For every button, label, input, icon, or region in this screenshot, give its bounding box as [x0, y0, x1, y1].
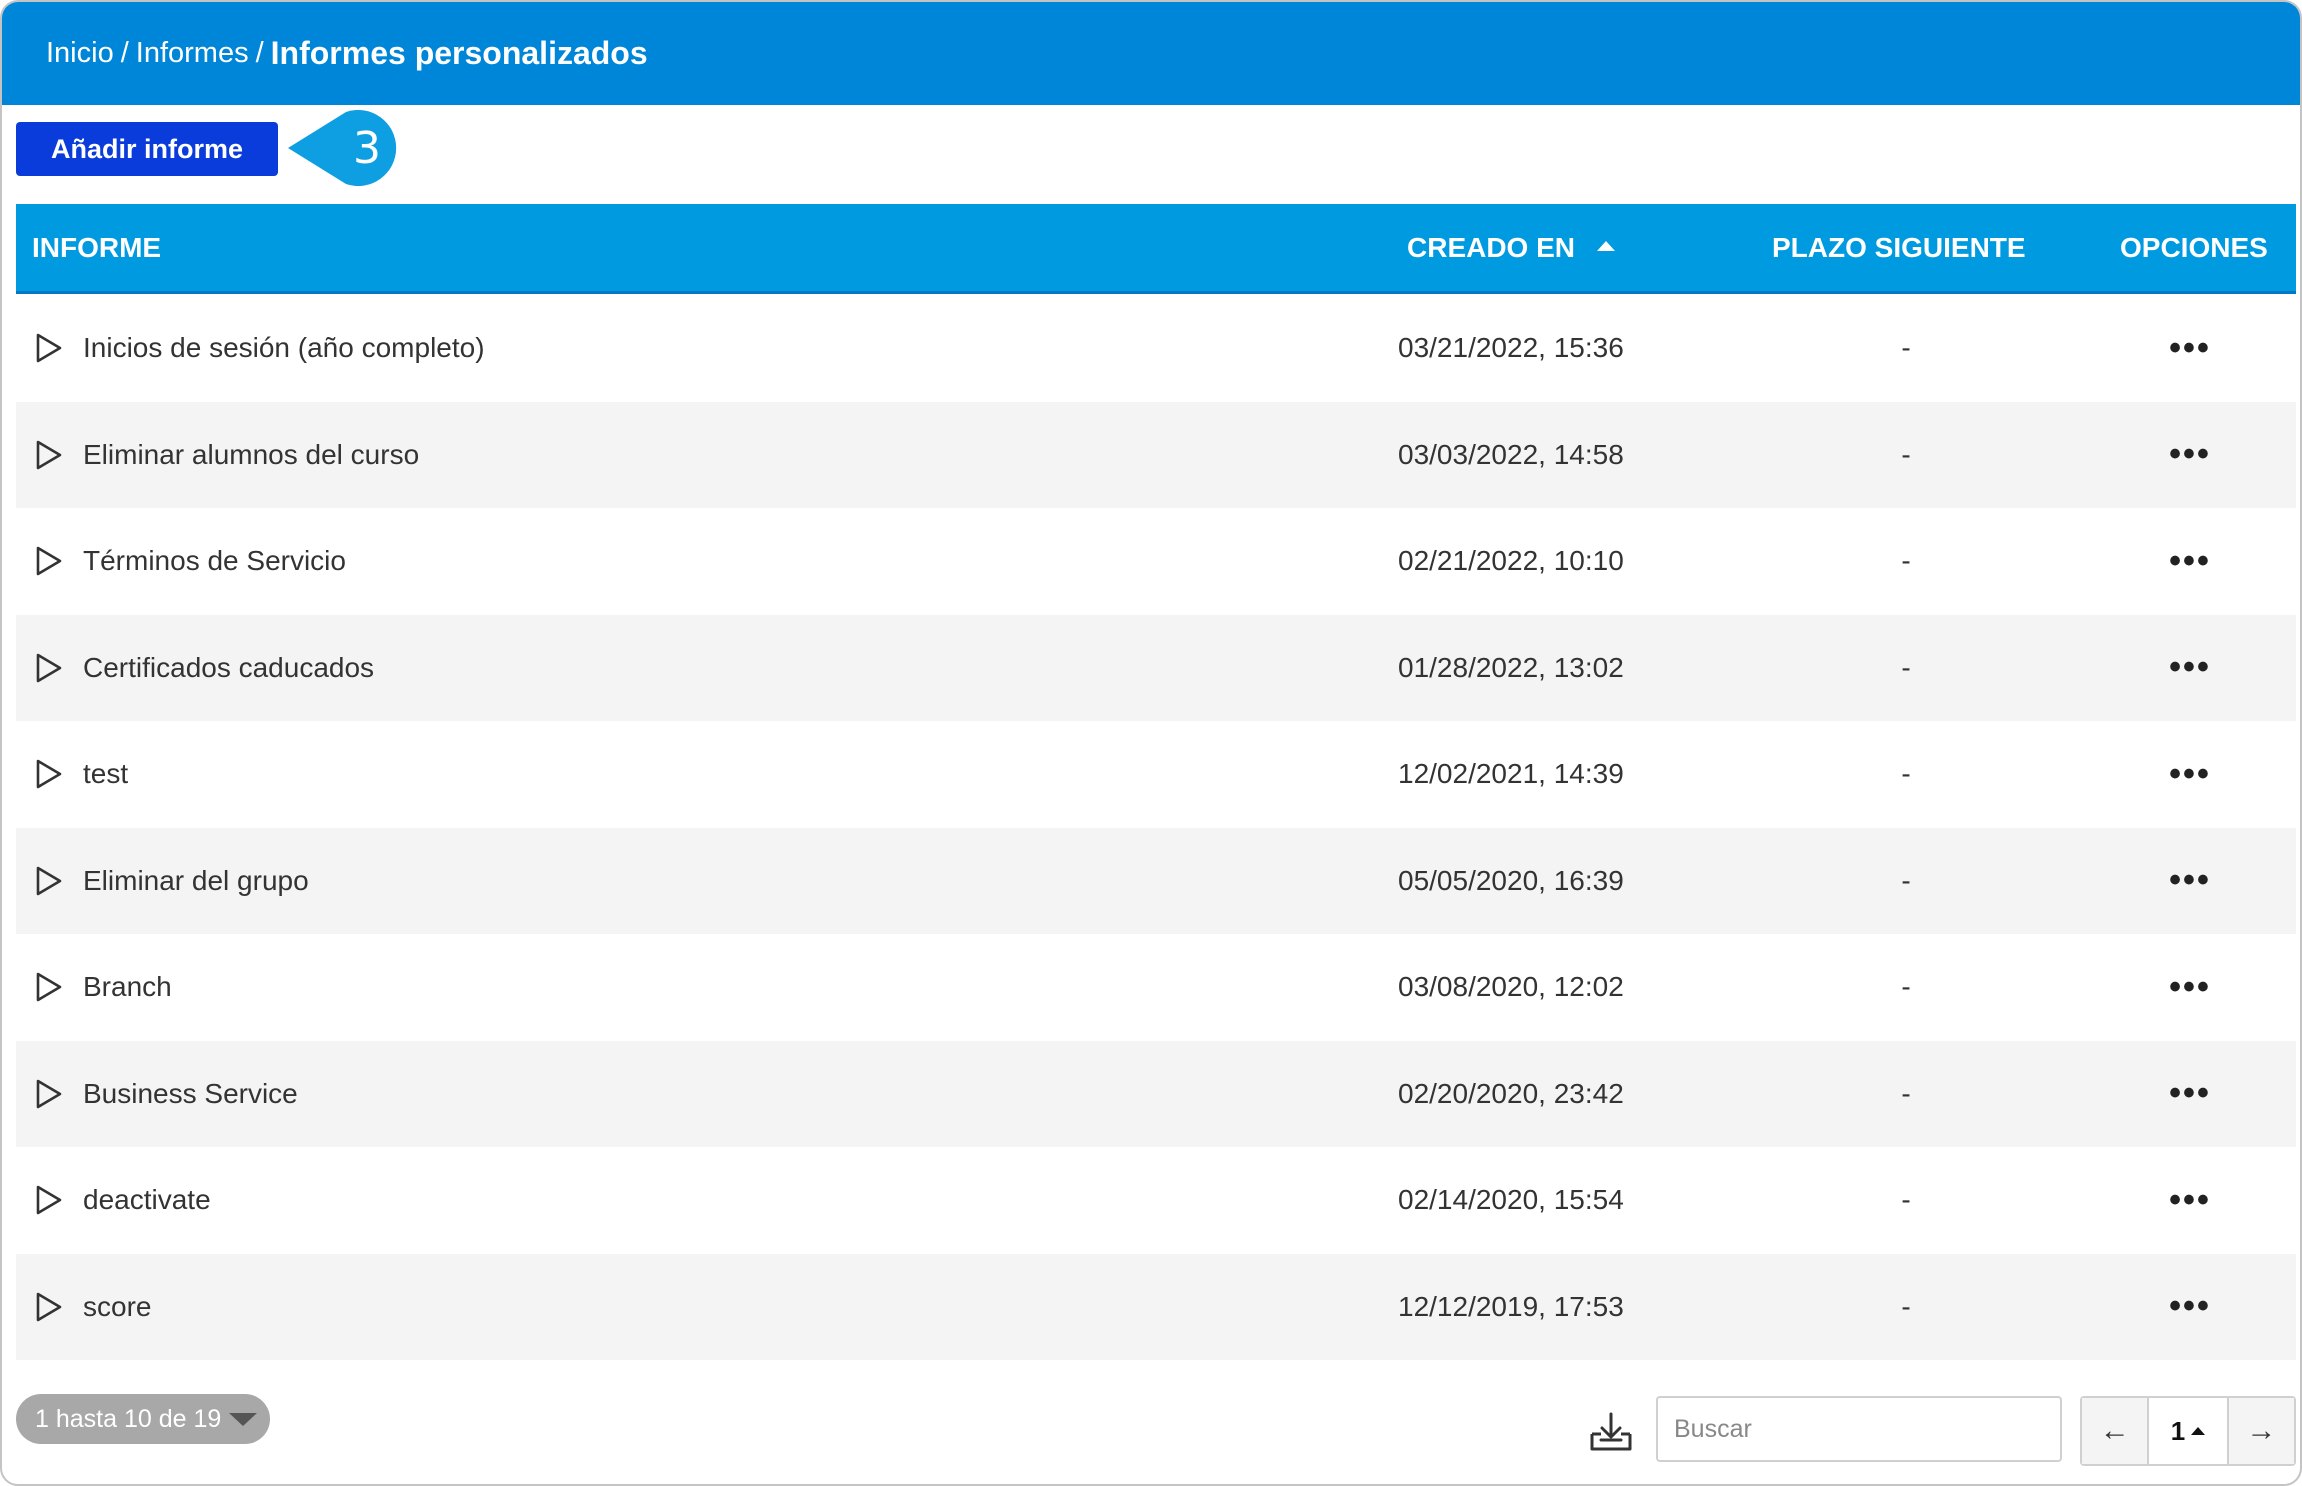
play-outline-icon[interactable] — [34, 1254, 68, 1361]
table-header: INFORME CREADO EN PLAZO SIGUIENTE OPCION… — [16, 204, 2296, 294]
more-horizontal-icon[interactable]: ••• — [2164, 721, 2216, 828]
more-horizontal-icon[interactable]: ••• — [2164, 1147, 2216, 1254]
created-date: 05/05/2020, 16:39 — [1398, 864, 1624, 896]
more-horizontal-icon[interactable]: ••• — [2164, 615, 2216, 722]
next-deadline: - — [1901, 651, 1911, 683]
more-horizontal-icon[interactable]: ••• — [2164, 1041, 2216, 1148]
breadcrumb: Inicio / Informes / Informes personaliza… — [2, 2, 2300, 105]
table-row[interactable]: Eliminar alumnos del curso 03/03/2022, 1… — [16, 401, 2296, 509]
sort-up-icon — [1597, 240, 1616, 251]
report-name[interactable]: Business Service — [83, 1041, 298, 1148]
table-row[interactable]: Certificados caducados 01/28/2022, 13:02… — [16, 614, 2296, 722]
table-row[interactable]: Branch 03/08/2020, 12:02 - ••• — [16, 934, 2296, 1041]
table-row[interactable]: score 12/12/2019, 17:53 - ••• — [16, 1253, 2296, 1361]
more-horizontal-icon[interactable]: ••• — [2164, 828, 2216, 935]
add-report-button[interactable]: Añadir informe — [16, 122, 278, 176]
pagination: ← 1 → — [2080, 1396, 2296, 1466]
table-row[interactable]: Eliminar del grupo 05/05/2020, 16:39 - •… — [16, 827, 2296, 935]
next-deadline: - — [1901, 971, 1911, 1003]
report-name[interactable]: score — [83, 1254, 151, 1361]
created-date: 03/08/2020, 12:02 — [1398, 971, 1624, 1003]
created-date: 12/02/2021, 14:39 — [1398, 758, 1624, 790]
report-name[interactable]: test — [83, 721, 128, 828]
table-row[interactable]: Inicios de sesión (año completo) 03/21/2… — [16, 295, 2296, 402]
play-outline-icon[interactable] — [34, 295, 68, 402]
play-outline-icon[interactable] — [34, 828, 68, 935]
next-deadline: - — [1901, 864, 1911, 896]
play-outline-icon[interactable] — [34, 1147, 68, 1254]
next-deadline: - — [1901, 332, 1911, 364]
table-row[interactable]: test 12/02/2021, 14:39 - ••• — [16, 721, 2296, 828]
play-outline-icon[interactable] — [34, 934, 68, 1041]
play-outline-icon[interactable] — [34, 508, 68, 615]
play-outline-icon[interactable] — [34, 721, 68, 828]
next-deadline: - — [1901, 1077, 1911, 1109]
more-horizontal-icon[interactable]: ••• — [2164, 295, 2216, 402]
arrow-right-icon[interactable]: → — [2226, 1398, 2294, 1464]
next-deadline: - — [1901, 1184, 1911, 1216]
column-header-informe[interactable]: INFORME — [32, 204, 161, 291]
caret-up-icon — [2191, 1427, 2206, 1435]
next-deadline: - — [1901, 758, 1911, 790]
report-name[interactable]: Eliminar alumnos del curso — [83, 402, 419, 509]
breadcrumb-reports[interactable]: Informes — [136, 37, 249, 70]
table-row[interactable]: Términos de Servicio 02/21/2022, 10:10 -… — [16, 508, 2296, 615]
arrow-left-icon[interactable]: ← — [2082, 1398, 2150, 1464]
report-name[interactable]: Eliminar del grupo — [83, 828, 309, 935]
column-header-label: CREADO EN — [1407, 231, 1576, 263]
play-outline-icon[interactable] — [34, 402, 68, 509]
breadcrumb-home[interactable]: Inicio — [46, 37, 114, 70]
more-horizontal-icon[interactable]: ••• — [2164, 1254, 2216, 1361]
report-name[interactable]: Branch — [83, 934, 172, 1041]
created-date: 12/12/2019, 17:53 — [1398, 1290, 1624, 1322]
download-tray-icon[interactable] — [1588, 1412, 1634, 1452]
app-frame: Inicio / Informes / Informes personaliza… — [0, 0, 2302, 1486]
breadcrumb-separator: / — [255, 37, 264, 69]
page-selector[interactable]: 1 — [2149, 1398, 2227, 1464]
report-name[interactable]: deactivate — [83, 1147, 211, 1254]
created-date: 03/03/2022, 14:58 — [1398, 438, 1624, 470]
table-body: Inicios de sesión (año completo) 03/21/2… — [16, 295, 2296, 1360]
created-date: 02/20/2020, 23:42 — [1398, 1077, 1624, 1109]
page-size-dropdown[interactable]: 1 hasta 10 de 19 — [16, 1394, 270, 1444]
results-count: 1 hasta 10 de 19 — [35, 1404, 222, 1433]
more-horizontal-icon[interactable]: ••• — [2164, 402, 2216, 509]
current-page: 1 — [2170, 1415, 2186, 1446]
created-date: 02/21/2022, 10:10 — [1398, 545, 1624, 577]
page-title: Informes personalizados — [270, 35, 648, 71]
next-deadline: - — [1901, 438, 1911, 470]
table-row[interactable]: deactivate 02/14/2020, 15:54 - ••• — [16, 1147, 2296, 1254]
breadcrumb-separator: / — [120, 37, 129, 69]
created-date: 03/21/2022, 15:36 — [1398, 332, 1624, 364]
created-date: 02/14/2020, 15:54 — [1398, 1184, 1624, 1216]
column-header-opciones: OPCIONES — [2120, 231, 2268, 263]
search-input[interactable] — [1656, 1396, 2062, 1462]
play-outline-icon[interactable] — [34, 615, 68, 722]
callout-number: 3 — [353, 122, 381, 174]
report-name[interactable]: Términos de Servicio — [83, 508, 346, 615]
table-row[interactable]: Business Service 02/20/2020, 23:42 - ••• — [16, 1040, 2296, 1148]
column-header-creado-en[interactable]: CREADO EN — [1407, 204, 1616, 291]
created-date: 01/28/2022, 13:02 — [1398, 651, 1624, 683]
more-horizontal-icon[interactable]: ••• — [2164, 934, 2216, 1041]
play-outline-icon[interactable] — [34, 1041, 68, 1148]
next-deadline: - — [1901, 545, 1911, 577]
report-name[interactable]: Certificados caducados — [83, 615, 374, 722]
column-header-plazo-siguiente[interactable]: PLAZO SIGUIENTE — [1772, 204, 2026, 291]
next-deadline: - — [1901, 1290, 1911, 1322]
caret-down-icon — [229, 1412, 258, 1426]
more-horizontal-icon[interactable]: ••• — [2164, 508, 2216, 615]
report-name[interactable]: Inicios de sesión (año completo) — [83, 295, 485, 402]
